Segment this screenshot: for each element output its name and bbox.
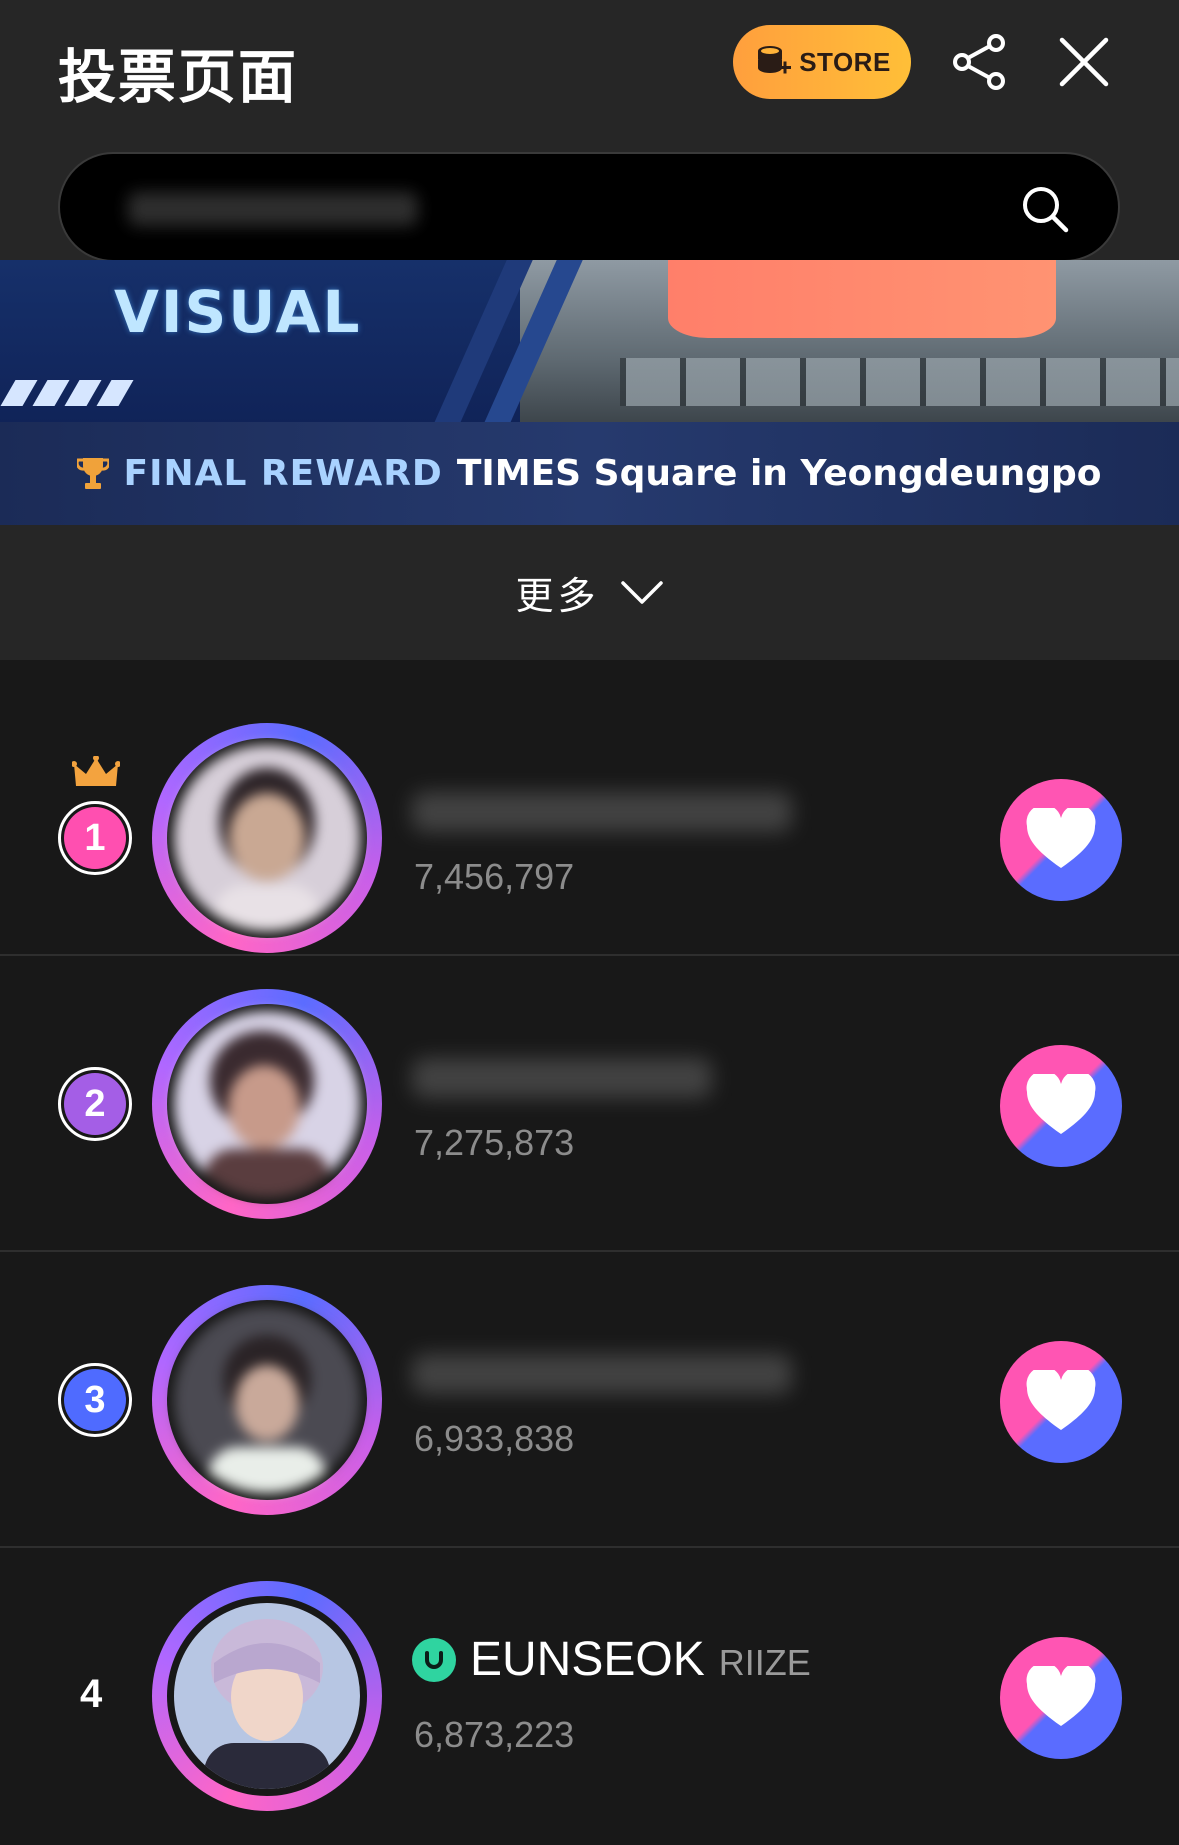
vote-count: 7,275,873	[414, 1122, 575, 1163]
rank-number: 4	[80, 1672, 103, 1716]
vote-heart-button[interactable]	[1000, 1341, 1122, 1463]
rank-badge: 3	[58, 1363, 132, 1437]
avatar-ring	[152, 989, 382, 1219]
banner-windows	[620, 358, 1179, 406]
ranking-row[interactable]: 4 EUNSEOK RIIZE 6,873,223	[0, 1548, 1179, 1844]
ranking-row[interactable]: 1 7,456,797	[0, 660, 1179, 956]
avatar[interactable]	[174, 1307, 360, 1493]
share-icon	[953, 34, 1005, 90]
search-input[interactable]	[120, 184, 964, 236]
search-bar[interactable]	[58, 152, 1120, 262]
store-button[interactable]: STORE	[733, 25, 911, 99]
top-bar: 投票页面 STORE	[0, 0, 1179, 132]
avatar[interactable]	[174, 1603, 360, 1789]
vote-count: 6,933,838	[414, 1418, 575, 1459]
banner-led-screen	[668, 260, 1056, 338]
coin-stack-plus-icon	[758, 46, 792, 74]
page-title: 投票页面	[58, 43, 299, 111]
artist-name-blurred	[412, 1354, 792, 1394]
banner-reward-strip: FINAL REWARD TIMES Square in Yeongdeungp…	[0, 422, 1179, 525]
crown-icon	[72, 756, 120, 786]
banner-visual-text: VISUAL	[114, 278, 362, 346]
event-banner[interactable]: VISUAL FINAL REWARD TIMES Square in Yeon…	[0, 260, 1179, 525]
close-button[interactable]	[1050, 28, 1118, 96]
artist-name-blurred	[412, 792, 792, 832]
vote-count: 6,873,223	[414, 1714, 575, 1755]
vote-heart-button[interactable]	[1000, 779, 1122, 901]
artist-group: RIIZE	[718, 1642, 811, 1683]
search-icon[interactable]	[1018, 182, 1072, 236]
rank-number: 2	[64, 1073, 126, 1135]
reward-text: TIMES Square in Yeongdeungpo	[456, 453, 1102, 494]
heart-icon	[1026, 808, 1096, 868]
avatar-ring	[152, 1285, 382, 1515]
vote-count: 7,456,797	[414, 856, 575, 897]
chevron-down-icon	[620, 580, 663, 604]
search-section	[0, 132, 1179, 262]
avatar-ring	[152, 1581, 382, 1811]
artist-name-blurred	[412, 1058, 712, 1098]
ranking-row[interactable]: 3 6,933,838	[0, 1252, 1179, 1548]
rank-badge: 2	[58, 1067, 132, 1141]
more-toggle[interactable]: 更多	[0, 525, 1179, 660]
ranking-row[interactable]: 2 7,275,873	[0, 956, 1179, 1252]
reward-label: FINAL REWARD	[123, 453, 443, 494]
rank-number: 1	[64, 807, 126, 869]
avatar-ring	[152, 723, 382, 953]
rank-badge: 1	[58, 801, 132, 875]
avatar[interactable]	[174, 1011, 360, 1197]
vote-heart-button[interactable]	[1000, 1637, 1122, 1759]
artist-name-line: EUNSEOK RIIZE	[412, 1632, 811, 1687]
heart-icon	[1026, 1074, 1096, 1134]
rank-number: 3	[64, 1369, 126, 1431]
trophy-icon	[77, 457, 110, 489]
store-label: STORE	[799, 46, 891, 77]
verified-icon	[412, 1637, 456, 1682]
heart-icon	[1026, 1666, 1096, 1726]
vote-heart-button[interactable]	[1000, 1045, 1122, 1167]
ranking-list: 1 7,456,797 2 7,275,873 3 6,933,838 4 EU…	[0, 660, 1179, 1844]
heart-icon	[1026, 1370, 1096, 1430]
avatar[interactable]	[174, 745, 360, 931]
close-icon	[1059, 37, 1109, 87]
more-label: 更多	[515, 574, 600, 618]
artist-name: EUNSEOK	[470, 1633, 705, 1686]
share-button[interactable]	[945, 28, 1013, 96]
